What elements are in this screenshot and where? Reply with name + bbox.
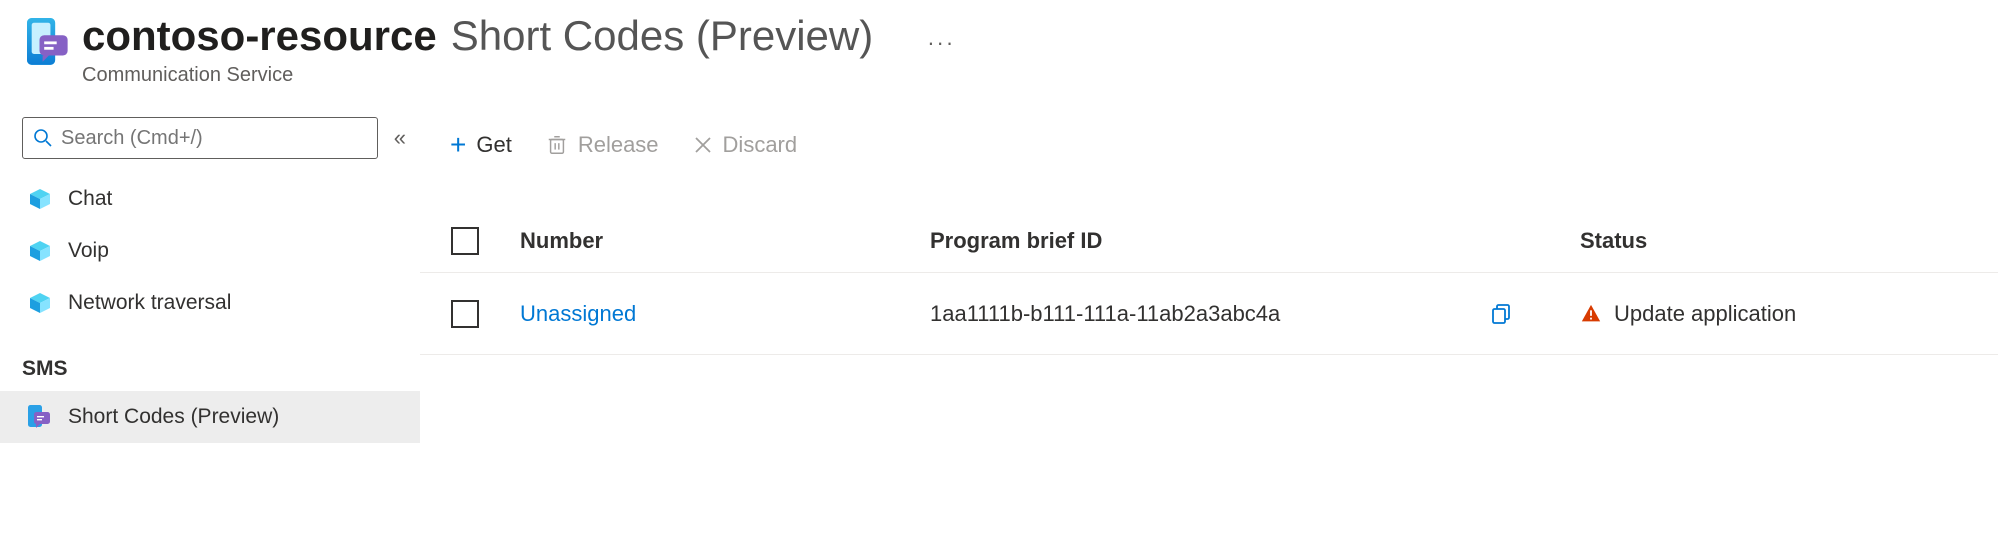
sidebar-section-sms: SMS [0, 357, 420, 381]
release-button: Release [546, 132, 659, 158]
get-button[interactable]: + Get [450, 131, 512, 159]
resource-icon [22, 12, 82, 68]
cube-icon [28, 239, 52, 263]
sidebar-item-label: Voip [68, 239, 109, 263]
warning-icon [1580, 303, 1602, 325]
toolbar: + Get Release [420, 117, 1998, 173]
sidebar-item-short-codes[interactable]: Short Codes (Preview) [0, 391, 420, 443]
sidebar-item-label: Chat [68, 187, 112, 211]
table-header-row: Number Program brief ID Status [420, 209, 1998, 273]
col-header-program-brief-id[interactable]: Program brief ID [930, 228, 1490, 254]
page-header: contoso-resource Short Codes (Preview) ·… [0, 0, 1998, 87]
x-icon [693, 135, 713, 155]
row-checkbox[interactable] [451, 300, 479, 328]
search-field[interactable] [61, 127, 377, 150]
sidebar-item-label: Short Codes (Preview) [68, 405, 279, 429]
cube-icon [28, 291, 52, 315]
sidebar: « Chat Voip [0, 87, 420, 556]
copy-icon[interactable] [1490, 302, 1514, 326]
table-row: Unassigned 1aa1111b-b111-111a-11ab2a3abc… [420, 273, 1998, 355]
discard-label: Discard [723, 132, 798, 158]
sidebar-item-label: Network traversal [68, 291, 231, 315]
sidebar-item-chat[interactable]: Chat [0, 173, 420, 225]
more-button[interactable]: ··· [927, 12, 955, 56]
release-label: Release [578, 132, 659, 158]
discard-button: Discard [693, 132, 798, 158]
trash-icon [546, 134, 568, 156]
get-label: Get [476, 132, 511, 158]
collapse-sidebar-button[interactable]: « [388, 119, 412, 157]
sidebar-item-voip[interactable]: Voip [0, 225, 420, 277]
select-all-checkbox[interactable] [451, 227, 479, 255]
col-header-status[interactable]: Status [1580, 228, 1998, 254]
number-link[interactable]: Unassigned [520, 301, 636, 326]
shortcodes-icon [28, 405, 52, 429]
search-input[interactable] [22, 117, 378, 159]
status-text: Update application [1614, 301, 1796, 327]
short-codes-table: Number Program brief ID Status Unassigne… [420, 209, 1998, 355]
search-icon [33, 128, 53, 148]
cube-icon [28, 187, 52, 211]
col-header-number[interactable]: Number [510, 228, 930, 254]
service-type: Communication Service [82, 64, 955, 87]
program-brief-id-value: 1aa1111b-b111-111a-11ab2a3abc4a [930, 301, 1490, 327]
plus-icon: + [450, 131, 466, 159]
resource-name: contoso-resource [82, 12, 437, 60]
sidebar-item-network-traversal[interactable]: Network traversal [0, 277, 420, 329]
page-title: Short Codes (Preview) [451, 12, 873, 60]
main-content: + Get Release [420, 87, 1998, 556]
